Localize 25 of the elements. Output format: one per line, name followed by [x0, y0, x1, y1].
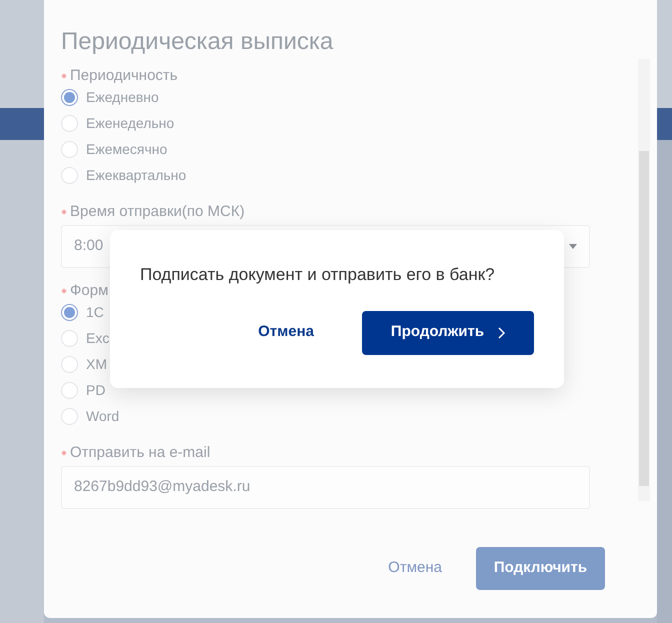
confirm-message: Подписать документ и отправить его в банк?	[140, 264, 496, 286]
dropdown-caret-icon	[569, 244, 577, 249]
radio-button[interactable]	[61, 304, 78, 322]
cancel-link[interactable]: Отмена	[258, 321, 314, 344]
radio-label[interactable]: XM	[86, 354, 107, 376]
radio-button[interactable]	[61, 89, 78, 106]
radio-label[interactable]: PD	[86, 380, 106, 402]
radio-label[interactable]: Word	[86, 406, 120, 428]
email-input[interactable]: 8267b9dd93@myadesk.ru	[61, 466, 590, 509]
field-label: Время отправки(по МСК)	[70, 202, 245, 222]
connect-button[interactable]: Подключить	[476, 546, 605, 590]
radio-label[interactable]: Еженедельно	[86, 113, 174, 134]
field-label: Периодичность	[70, 66, 178, 86]
radio-label[interactable]: Exc	[86, 328, 110, 350]
cancel-link[interactable]: Отмена	[388, 557, 442, 580]
radio-label[interactable]: Ежедневно	[86, 87, 159, 108]
continue-button[interactable]: Продолжить	[362, 310, 534, 354]
chevron-right-icon	[498, 326, 506, 338]
radio-label[interactable]: Ежемесячно	[86, 139, 168, 160]
field-label: Форм	[70, 280, 108, 301]
radio-label[interactable]: 1С	[86, 302, 104, 324]
dialog-title: Периодическая выписка	[61, 28, 334, 57]
field-label: Отправить на e-mail	[70, 442, 210, 463]
scrollbar[interactable]	[638, 58, 650, 501]
radio-label[interactable]: Ежеквартально	[86, 165, 186, 186]
